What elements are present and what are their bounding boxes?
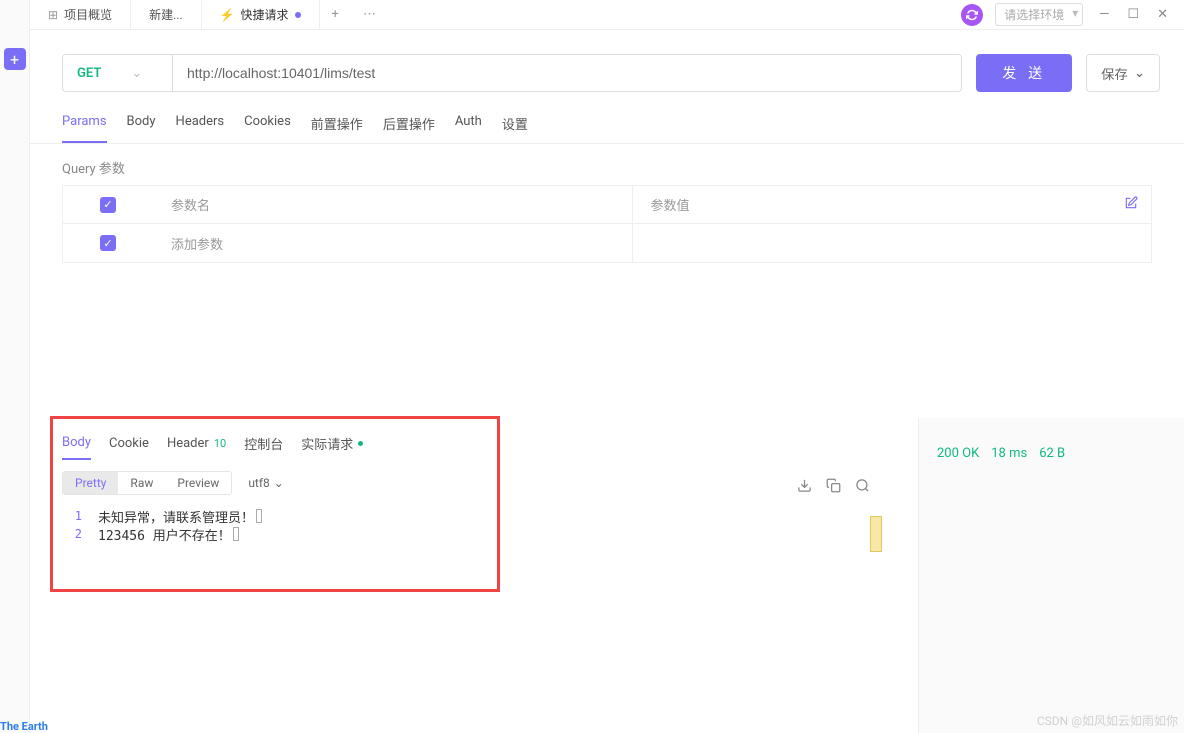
window-controls: — ☐ ✕ (1095, 5, 1172, 24)
refresh-icon[interactable] (961, 4, 983, 26)
tab-label: 新建... (149, 6, 183, 23)
tab-prescript[interactable]: 前置操作 (311, 106, 363, 143)
resp-tab-cookie[interactable]: Cookie (109, 432, 149, 459)
response-body[interactable]: 1 未知异常，请联系管理员！ 2 123456 用户不存在！ (62, 503, 886, 547)
bolt-icon: ⚡ (220, 8, 235, 22)
save-label: 保存 (1101, 64, 1128, 83)
tab-project-overview[interactable]: ⊞ 项目概览 (30, 0, 131, 29)
resp-tab-header[interactable]: Header 10 (167, 432, 226, 459)
grid-icon: ⊞ (48, 8, 58, 22)
top-right-controls: 请选择环境 ▾ — ☐ ✕ (961, 0, 1184, 29)
param-value-cell[interactable] (632, 224, 1112, 262)
chevron-down-icon: ⌄ (131, 66, 142, 81)
param-table: ✓ 参数名 参数值 ✓ 添加参数 (62, 185, 1152, 263)
chevron-down-icon: ⌄ (274, 476, 284, 490)
code-line: 2 123456 用户不存在！ (62, 525, 886, 543)
param-add-row[interactable]: ✓ 添加参数 (63, 224, 1151, 262)
response-area: Body Cookie Header 10 控制台 实际请求 Pretty Ra… (30, 418, 1184, 733)
code-line: 1 未知异常，请联系管理员！ (62, 507, 886, 525)
checkbox-icon: ✓ (100, 197, 116, 213)
encoding-select[interactable]: utf8 ⌄ (248, 476, 284, 490)
request-tabs: Params Body Headers Cookies 前置操作 后置操作 Au… (30, 106, 1184, 144)
tab-bar: ⊞ 项目概览 新建... ⚡ 快捷请求 + ⋯ 请选择环境 ▾ — ☐ ✕ (30, 0, 1184, 30)
response-main: Body Cookie Header 10 控制台 实际请求 Pretty Ra… (30, 418, 918, 547)
response-toolbar: Pretty Raw Preview utf8 ⌄ (62, 461, 886, 503)
tab-params[interactable]: Params (62, 106, 107, 143)
view-mode-group: Pretty Raw Preview (62, 471, 232, 495)
add-button[interactable]: + (4, 48, 26, 70)
tab-quick-request[interactable]: ⚡ 快捷请求 (202, 0, 320, 29)
param-value-header: 参数值 (632, 186, 1112, 223)
param-edit-icon[interactable] (1111, 196, 1151, 214)
environment-select[interactable]: 请选择环境 ▾ (995, 3, 1083, 26)
checkbox-icon: ✓ (100, 235, 116, 251)
request-url-row: GET ⌄ 发 送 保存 ⌄ (30, 30, 1184, 106)
line-content: 未知异常，请联系管理员！ (98, 507, 254, 526)
cursor-icon (256, 509, 262, 523)
param-add-label: 添加参数 (153, 234, 632, 253)
status-size: 62 B (1039, 446, 1065, 461)
status-panel: 200 OK 18 ms 62 B (918, 418, 1184, 733)
send-button[interactable]: 发 送 (976, 54, 1072, 92)
env-placeholder: 请选择环境 (1004, 8, 1064, 22)
view-preview[interactable]: Preview (165, 472, 231, 494)
url-input[interactable] (173, 55, 961, 91)
tab-auth[interactable]: Auth (455, 106, 482, 143)
tab-label: 快捷请求 (241, 6, 289, 23)
resp-tab-body[interactable]: Body (62, 431, 91, 460)
param-header-row: ✓ 参数名 参数值 (63, 186, 1151, 224)
chevron-down-icon: ⌄ (1134, 65, 1145, 81)
status-time: 18 ms (991, 446, 1027, 461)
cursor-icon (233, 527, 239, 541)
resp-tab-actual-label: 实际请求 (301, 434, 353, 453)
response-tabs: Body Cookie Header 10 控制台 实际请求 (62, 418, 886, 461)
chevron-down-icon: ▾ (1072, 6, 1078, 20)
view-raw[interactable]: Raw (118, 472, 165, 494)
tab-label: 项目概览 (64, 6, 112, 23)
resp-tab-header-label: Header (167, 436, 209, 451)
status-code: 200 OK (937, 446, 979, 461)
copy-icon[interactable] (826, 478, 841, 497)
line-content: 123456 用户不存在！ (98, 525, 231, 544)
param-name-header: 参数名 (153, 195, 632, 214)
method-label: GET (77, 66, 101, 81)
tab-more-button[interactable]: ⋯ (351, 0, 388, 29)
minimize-button[interactable]: — (1095, 5, 1113, 24)
watermark: CSDN @如风如云如雨如你 (1037, 712, 1178, 729)
tab-add-button[interactable]: + (320, 0, 351, 29)
tab-postscript[interactable]: 后置操作 (383, 106, 435, 143)
save-button[interactable]: 保存 ⌄ (1086, 54, 1160, 92)
search-icon[interactable] (855, 478, 870, 497)
status-line: 200 OK 18 ms 62 B (937, 446, 1166, 461)
left-rail: + (0, 0, 30, 733)
param-check-header[interactable]: ✓ (63, 197, 153, 213)
tab-body[interactable]: Body (127, 106, 156, 143)
tab-cookies[interactable]: Cookies (244, 106, 291, 143)
method-url-group: GET ⌄ (62, 54, 962, 92)
tab-new[interactable]: 新建... (131, 0, 202, 29)
unsaved-dot-icon (295, 12, 301, 18)
resp-tab-actual[interactable]: 实际请求 (301, 430, 363, 461)
close-button[interactable]: ✕ (1153, 5, 1172, 24)
bottom-fragment: The Earth (0, 720, 48, 733)
query-params-label: Query 参数 (30, 144, 1184, 185)
line-number: 1 (62, 509, 98, 523)
download-icon[interactable] (797, 478, 812, 497)
resp-tab-console[interactable]: 控制台 (244, 430, 283, 461)
http-method-select[interactable]: GET ⌄ (63, 55, 173, 91)
response-actions (797, 478, 870, 497)
green-dot-icon (358, 441, 363, 446)
scroll-marker[interactable] (870, 516, 882, 552)
tab-headers[interactable]: Headers (176, 106, 225, 143)
line-number: 2 (62, 527, 98, 541)
tab-settings[interactable]: 设置 (502, 106, 528, 143)
maximize-button[interactable]: ☐ (1123, 5, 1143, 24)
param-check[interactable]: ✓ (63, 235, 153, 251)
view-pretty[interactable]: Pretty (63, 472, 118, 494)
encoding-label: utf8 (248, 476, 269, 490)
header-count-badge: 10 (214, 437, 226, 450)
